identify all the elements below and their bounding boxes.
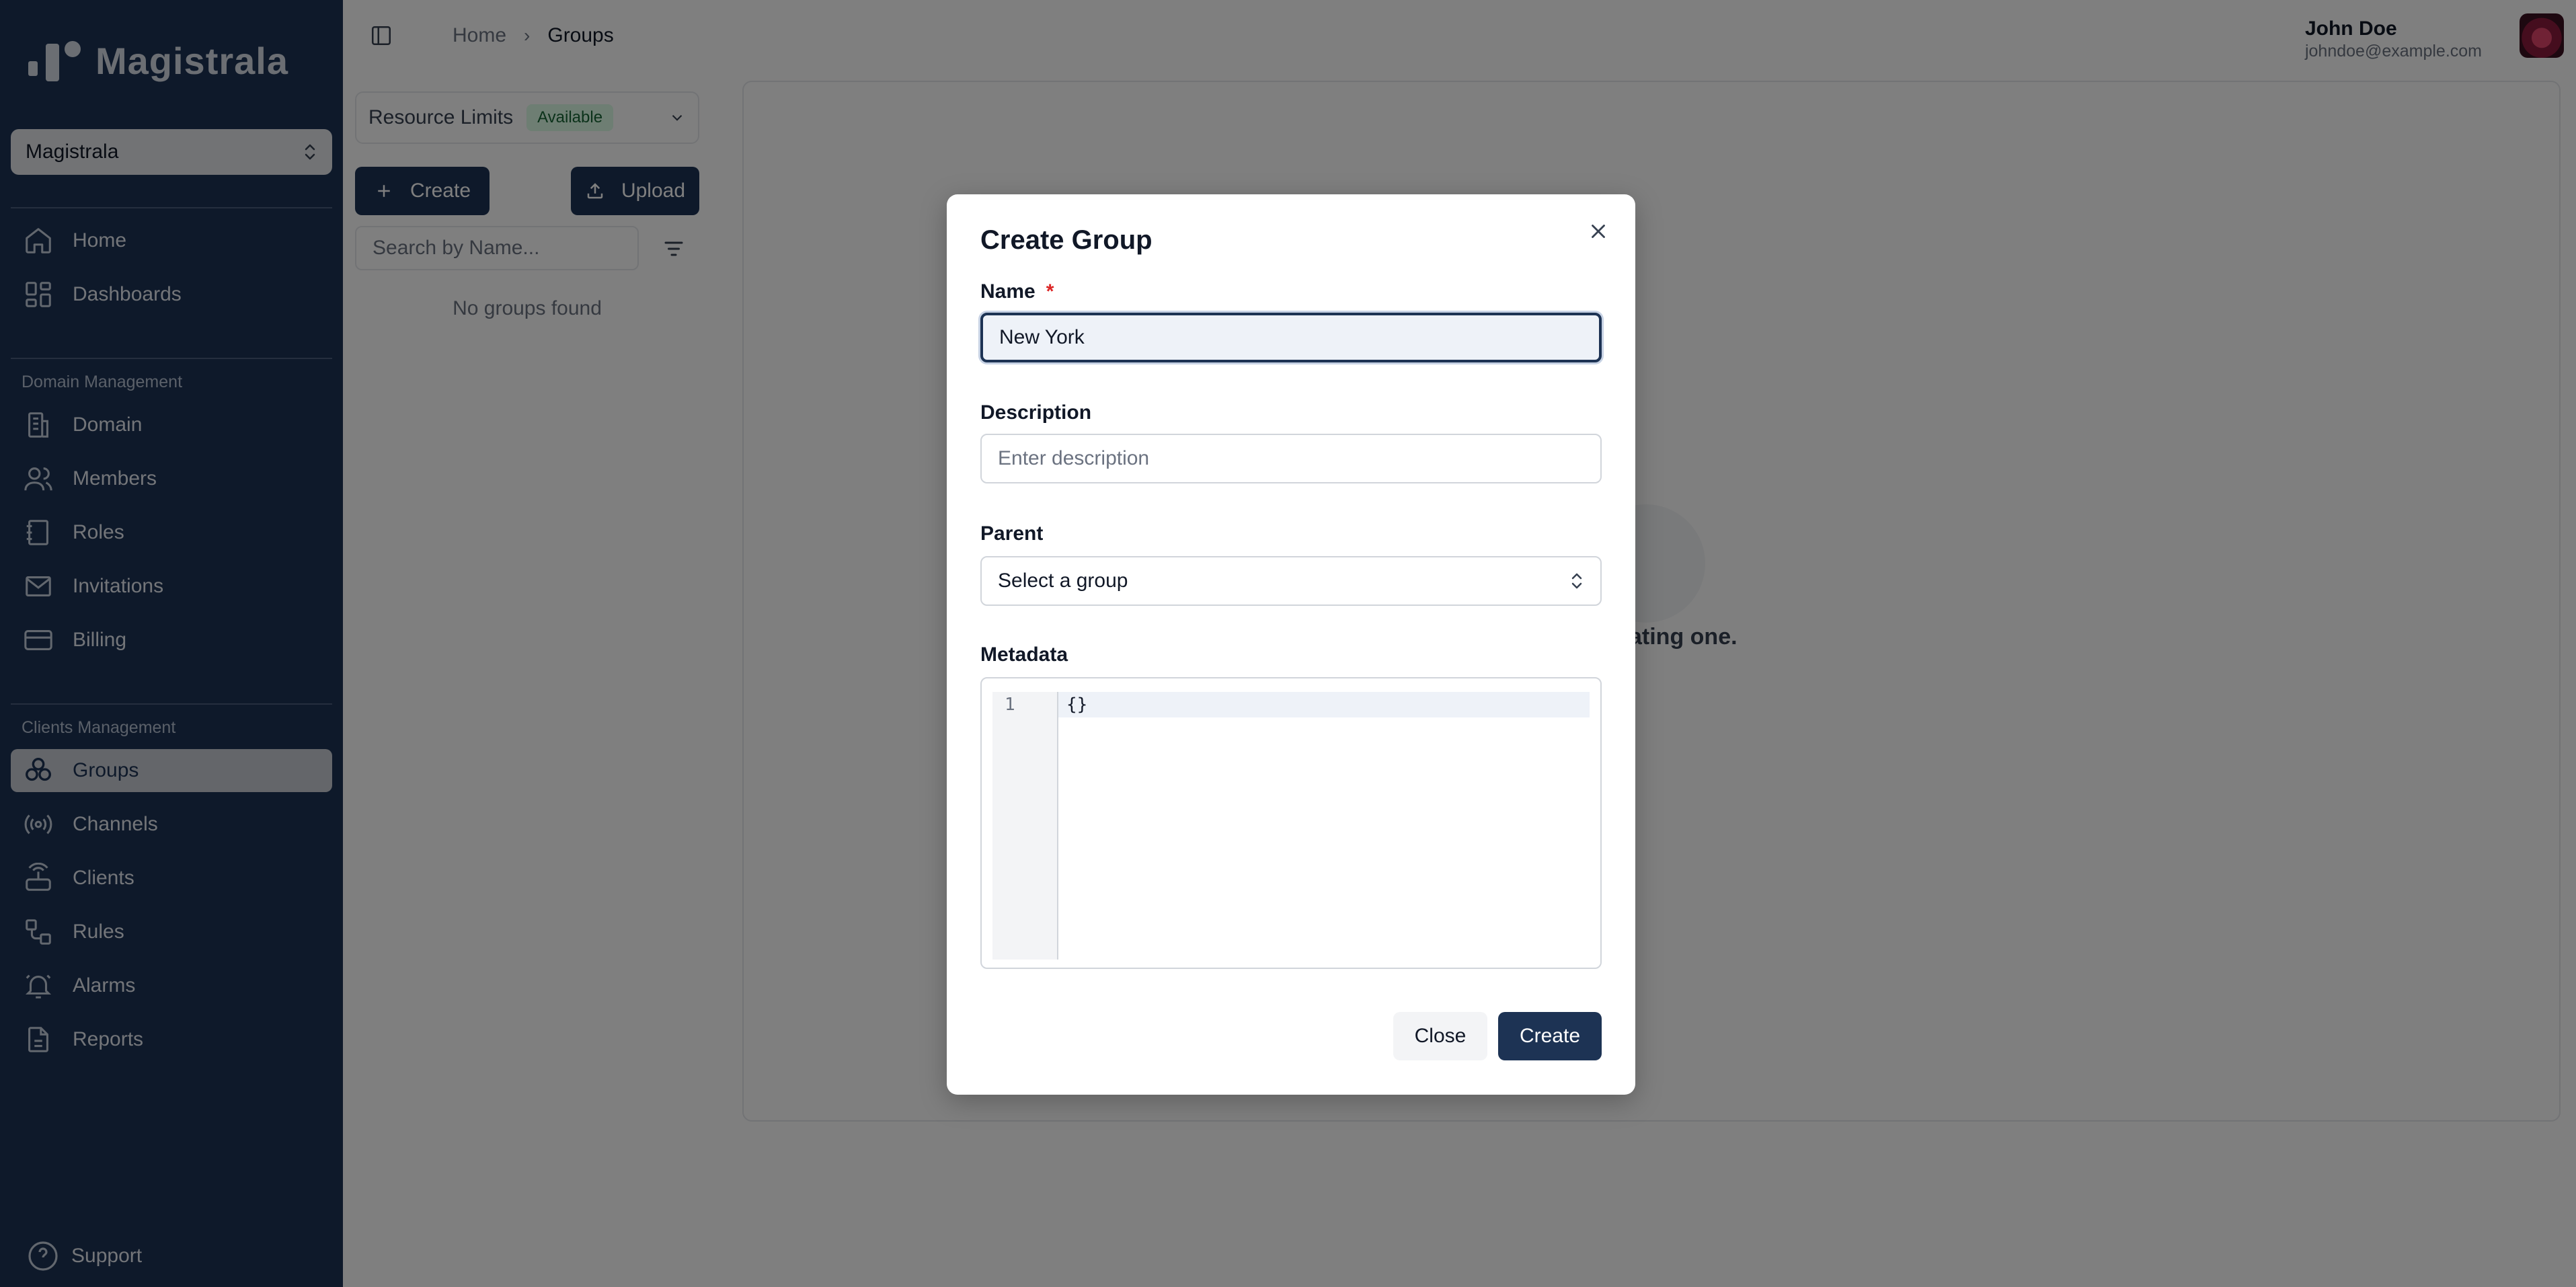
close-button[interactable]: Close <box>1393 1012 1487 1060</box>
close-icon[interactable] <box>1587 220 1610 243</box>
parent-select[interactable]: Select a group <box>980 556 1602 606</box>
name-label-text: Name <box>980 280 1036 303</box>
name-field[interactable] <box>980 313 1602 362</box>
parent-select-value: Select a group <box>998 570 1128 592</box>
create-group-dialog: Create Group Name * Description Parent Se… <box>947 194 1635 1095</box>
active-line-highlight <box>1058 692 1590 717</box>
parent-label: Parent <box>980 522 1044 545</box>
name-label: Name * <box>980 280 1054 303</box>
create-button[interactable]: Create <box>1498 1012 1602 1060</box>
metadata-editor[interactable]: 1 {} <box>980 677 1602 969</box>
metadata-code[interactable]: {} <box>1066 695 1087 715</box>
line-number: 1 <box>1005 695 1015 715</box>
editor-gutter <box>992 692 1058 960</box>
dialog-title: Create Group <box>980 225 1153 255</box>
required-mark: * <box>1046 280 1054 303</box>
description-field[interactable] <box>980 434 1602 483</box>
description-label: Description <box>980 401 1092 424</box>
metadata-label: Metadata <box>980 644 1068 666</box>
chevrons-up-down-icon <box>1571 573 1582 589</box>
